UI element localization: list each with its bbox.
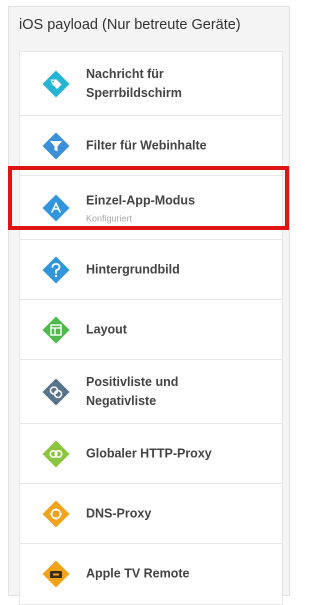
apple-tv-remote-icon <box>42 560 70 588</box>
payload-item-label: Filter für Webinhalte <box>86 138 207 152</box>
panel-title: iOS payload (Nur betreute Geräte) <box>19 17 241 33</box>
payload-item-global-http-proxy[interactable]: Globaler HTTP-Proxy <box>20 424 282 484</box>
label-line-1: Positivliste und <box>86 374 179 389</box>
label-line-2: Sperrbildschirm <box>86 85 182 100</box>
payload-item-label: Nachricht für Sperrbildschirm <box>86 65 182 103</box>
status-text: Konfiguriert <box>86 213 133 223</box>
payload-item-layout[interactable]: Layout <box>20 300 282 360</box>
payload-item-allow-deny-list[interactable]: Positivliste und Negativliste <box>20 360 282 424</box>
payload-item-label: Layout <box>86 322 127 336</box>
payload-item-label: DNS-Proxy <box>86 506 152 520</box>
payload-item-apple-tv-remote[interactable]: Apple TV Remote <box>20 544 282 604</box>
tag-icon <box>42 70 70 98</box>
payload-item-wallpaper[interactable]: Hintergrundbild <box>20 240 282 300</box>
http-proxy-icon <box>42 440 70 468</box>
label-line-1: Einzel-App-Modus <box>86 193 196 207</box>
payload-item-web-content-filter[interactable]: Filter für Webinhalte <box>20 116 282 176</box>
payload-item-label: Apple TV Remote <box>86 566 190 581</box>
label-line-1: Nachricht für <box>86 66 164 81</box>
funnel-filter-icon <box>42 132 70 160</box>
ios-payload-panel: iOS payload (Nur betreute Geräte) Nachri… <box>8 6 290 605</box>
dns-proxy-icon <box>42 500 70 528</box>
payload-item-dns-proxy[interactable]: DNS-Proxy <box>20 484 282 544</box>
layout-icon <box>42 316 70 344</box>
payload-item-label: Einzel-App-Modus Konfiguriert <box>86 191 195 224</box>
payload-item-lock-screen-message[interactable]: Nachricht für Sperrbildschirm <box>20 52 282 116</box>
payload-item-label: Hintergrundbild <box>86 262 180 276</box>
payload-item-single-app-mode[interactable]: Einzel-App-Modus Konfiguriert <box>20 176 282 240</box>
label-line-2: Negativliste <box>86 393 157 408</box>
allow-deny-list-icon <box>42 378 70 406</box>
payload-item-label: Globaler HTTP-Proxy <box>86 446 212 460</box>
payload-list: Nachricht für Sperrbildschirm Filter für… <box>19 51 283 605</box>
wallpaper-icon <box>42 256 70 284</box>
payload-item-label: Positivliste und Negativliste <box>86 373 178 411</box>
app-store-icon <box>42 194 70 222</box>
